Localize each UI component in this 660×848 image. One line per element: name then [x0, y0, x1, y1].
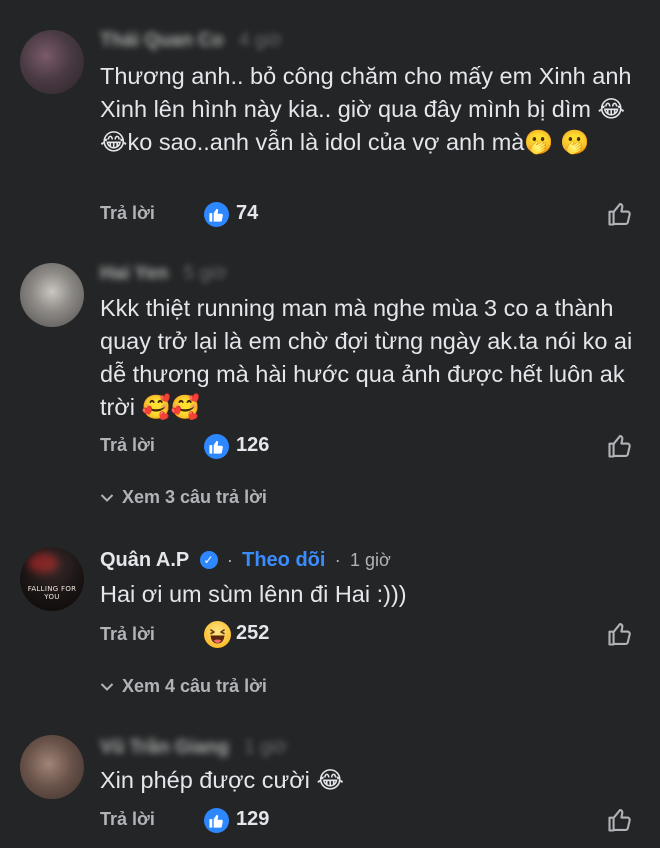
- author-name[interactable]: Vũ Trần Giang: [100, 737, 229, 759]
- avatar[interactable]: FALLING FOR YOU: [20, 547, 84, 611]
- follow-button[interactable]: Theo dõi: [242, 549, 325, 571]
- reaction-count: 74: [236, 202, 259, 224]
- author-name[interactable]: Hai Yen: [100, 263, 168, 285]
- like-icon: [204, 434, 229, 459]
- comment-header: Hai Yen 5 giờ: [100, 263, 227, 285]
- avatar[interactable]: [20, 735, 84, 799]
- reaction-count: 129: [236, 808, 270, 830]
- avatar[interactable]: [20, 30, 84, 94]
- comment-header: Quân A.P ✓ · Theo dõi · 1 giờ: [100, 549, 391, 571]
- comment-text: Hai ơi um sùm lênn đi Hai :))): [100, 581, 407, 607]
- like-outline-icon[interactable]: [606, 806, 634, 839]
- reply-button[interactable]: Trả lời: [100, 203, 155, 224]
- comment-header: Thái Quan Co 4 giờ: [100, 30, 282, 52]
- chevron-down-icon: [100, 676, 114, 697]
- author-name[interactable]: Quân A.P: [100, 549, 189, 571]
- haha-icon: [204, 621, 231, 648]
- comment-text: Xin phép được cười 😂: [100, 767, 344, 793]
- like-icon: [204, 202, 229, 227]
- smiling-hearts-emoji-icon: 🥰: [170, 394, 201, 420]
- laugh-emoji-icon: 😂: [597, 96, 625, 122]
- hand-over-mouth-emoji-icon: 🫢: [560, 129, 590, 155]
- author-name[interactable]: Thái Quan Co: [100, 30, 224, 52]
- view-replies-link[interactable]: Xem 4 câu trả lời: [100, 676, 267, 697]
- timestamp: 5 giờ: [183, 263, 227, 284]
- comment-text: Thương anh.. bỏ công chăm cho mấy em Xin…: [100, 63, 632, 155]
- reaction-count: 126: [236, 434, 270, 456]
- like-outline-icon[interactable]: [606, 432, 634, 465]
- chevron-down-icon: [100, 487, 114, 508]
- reply-button[interactable]: Trả lời: [100, 435, 155, 456]
- timestamp: 1 giờ: [350, 550, 391, 570]
- like-outline-icon[interactable]: [606, 620, 634, 653]
- comment-header: Vũ Trần Giang 1 giờ: [100, 737, 287, 759]
- reaction-count: 252: [236, 622, 270, 644]
- timestamp: 4 giờ: [238, 30, 282, 51]
- reply-button[interactable]: Trả lời: [100, 809, 155, 830]
- timestamp: 1 giờ: [244, 737, 288, 758]
- view-replies-link[interactable]: Xem 3 câu trả lời: [100, 487, 267, 508]
- avatar-text: FALLING FOR YOU: [27, 585, 77, 601]
- hand-over-mouth-emoji-icon: 🫢: [524, 129, 554, 155]
- like-icon: [204, 808, 229, 833]
- laugh-emoji-icon: 😂: [100, 129, 128, 155]
- comment-text: Kkk thiệt running man mà nghe mùa 3 co a…: [100, 295, 633, 420]
- verified-badge-icon: ✓: [199, 551, 218, 569]
- laugh-emoji-icon: 😂: [316, 767, 344, 793]
- like-outline-icon[interactable]: [606, 200, 634, 233]
- smiling-hearts-emoji-icon: 🥰: [141, 394, 171, 420]
- reply-button[interactable]: Trả lời: [100, 624, 155, 645]
- avatar[interactable]: [20, 263, 84, 327]
